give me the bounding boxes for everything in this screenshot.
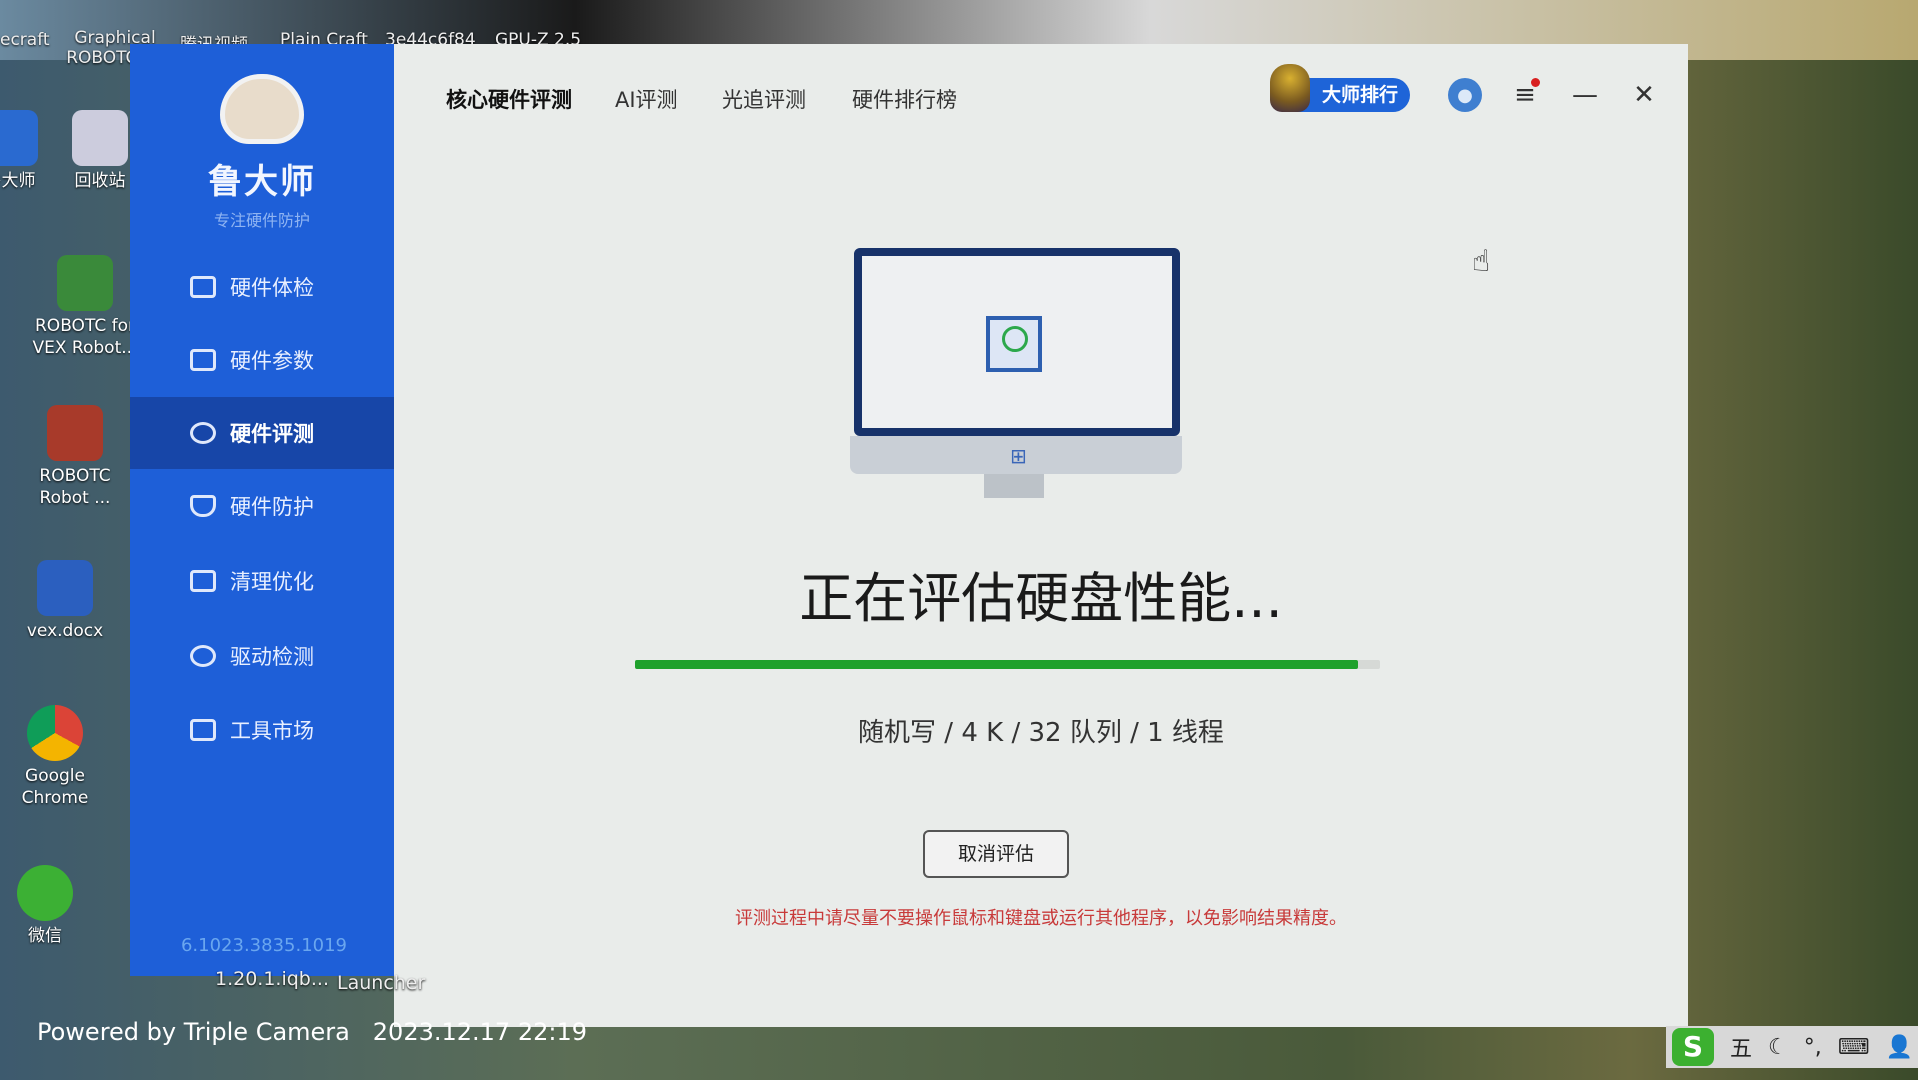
desktop-icon-chrome[interactable]: Google Chrome — [0, 705, 110, 809]
sidebar-item-tool-market[interactable]: 工具市场 — [130, 694, 394, 766]
app-name: 鲁大师 — [208, 162, 316, 202]
desktop-icon-vex-docx[interactable]: vex.docx — [10, 560, 120, 642]
status-title: 正在评估硬盘性能... — [799, 567, 1283, 630]
ludashi-mascot-icon — [220, 74, 304, 144]
punctuation-icon[interactable]: °, — [1804, 1035, 1822, 1060]
sidebar: 鲁大师 专注硬件防护 硬件体检 硬件参数 硬件评测 硬件防护 清理优化 驱动检测… — [130, 44, 394, 976]
desktop-icon-label[interactable]: Launcher — [337, 972, 425, 994]
sogou-ime-icon[interactable]: S — [1672, 1028, 1714, 1066]
sidebar-item-hardware-benchmark[interactable]: 硬件评测 — [130, 397, 394, 469]
desktop-icon-wechat[interactable]: 微信 — [0, 865, 100, 947]
desktop-icon-label[interactable]: ecraft — [0, 30, 50, 50]
progress-fill — [635, 660, 1358, 669]
tab-core-benchmark[interactable]: 核心硬件评测 — [446, 84, 572, 114]
shield-icon — [190, 495, 216, 517]
menu-icon[interactable]: ≡ — [1508, 78, 1542, 112]
app-logo: 鲁大师 专注硬件防护 — [130, 74, 394, 231]
chip-icon — [986, 316, 1042, 372]
clock-icon — [1002, 326, 1028, 352]
app-slogan: 专注硬件防护 — [213, 211, 310, 230]
toolbox-icon — [190, 719, 216, 741]
desktop-icon-robotc[interactable]: ROBOTC Robot ... — [20, 405, 130, 509]
sidebar-item-cleanup[interactable]: 清理优化 — [130, 545, 394, 617]
sidebar-item-hardware-protection[interactable]: 硬件防护 — [130, 470, 394, 542]
monitor-icon — [190, 276, 216, 298]
sidebar-item-hardware-params[interactable]: 硬件参数 — [130, 324, 394, 396]
desktop-icon-label[interactable]: 1.20.1.iqb... — [215, 968, 329, 990]
test-detail: 随机写 / 4 K / 32 队列 / 1 线程 — [858, 718, 1224, 748]
desktop-icon-robotc-vex[interactable]: ROBOTC for VEX Robot... — [30, 255, 140, 359]
photo-watermark: Powered by Triple Camera 2023.12.17 22:1… — [37, 1018, 587, 1046]
keyboard-icon[interactable]: ⌨ — [1838, 1035, 1870, 1060]
broom-icon — [190, 570, 216, 592]
trophy-icon — [1270, 64, 1310, 112]
sidebar-item-hardware-checkup[interactable]: 硬件体检 — [130, 251, 394, 323]
sidebar-item-driver-check[interactable]: 驱动检测 — [130, 620, 394, 692]
tab-hardware-ranking[interactable]: 硬件排行榜 — [852, 84, 957, 114]
ime-toolbar: S 五 ☾ °, ⌨ 👤 — [1666, 1026, 1918, 1068]
progress-bar — [635, 660, 1380, 669]
windows-logo-icon: ⊞ — [1010, 444, 1027, 468]
minimize-icon[interactable]: — — [1568, 78, 1602, 112]
close-icon[interactable]: ✕ — [1627, 78, 1661, 112]
list-icon — [190, 349, 216, 371]
ime-mode[interactable]: 五 — [1730, 1031, 1752, 1063]
user-avatar-icon[interactable]: ● — [1448, 78, 1482, 112]
main-panel: 核心硬件评测 AI评测 光追评测 硬件排行榜 大师排行 ● ≡ — ✕ ⊞ 正在… — [394, 44, 1688, 1027]
user-icon[interactable]: 👤 — [1886, 1035, 1913, 1060]
master-ranking-button[interactable]: 大师排行 — [1270, 64, 1410, 112]
cancel-evaluation-button[interactable]: 取消评估 — [923, 830, 1069, 878]
gauge-icon — [190, 422, 216, 444]
version-label: 6.1023.3835.1019 — [180, 935, 348, 956]
notification-dot — [1531, 78, 1540, 87]
warning-text: 评测过程中请尽量不要操作鼠标和键盘或运行其他程序，以免影响结果精度。 — [735, 908, 1347, 929]
hand-cursor-icon: ☝ — [1472, 244, 1491, 279]
tab-ai-benchmark[interactable]: AI评测 — [615, 84, 678, 114]
benchmark-monitor-illustration: ⊞ — [844, 248, 1182, 503]
moon-icon[interactable]: ☾ — [1768, 1035, 1788, 1060]
gear-icon — [190, 645, 216, 667]
tab-raytracing-benchmark[interactable]: 光追评测 — [722, 84, 806, 114]
